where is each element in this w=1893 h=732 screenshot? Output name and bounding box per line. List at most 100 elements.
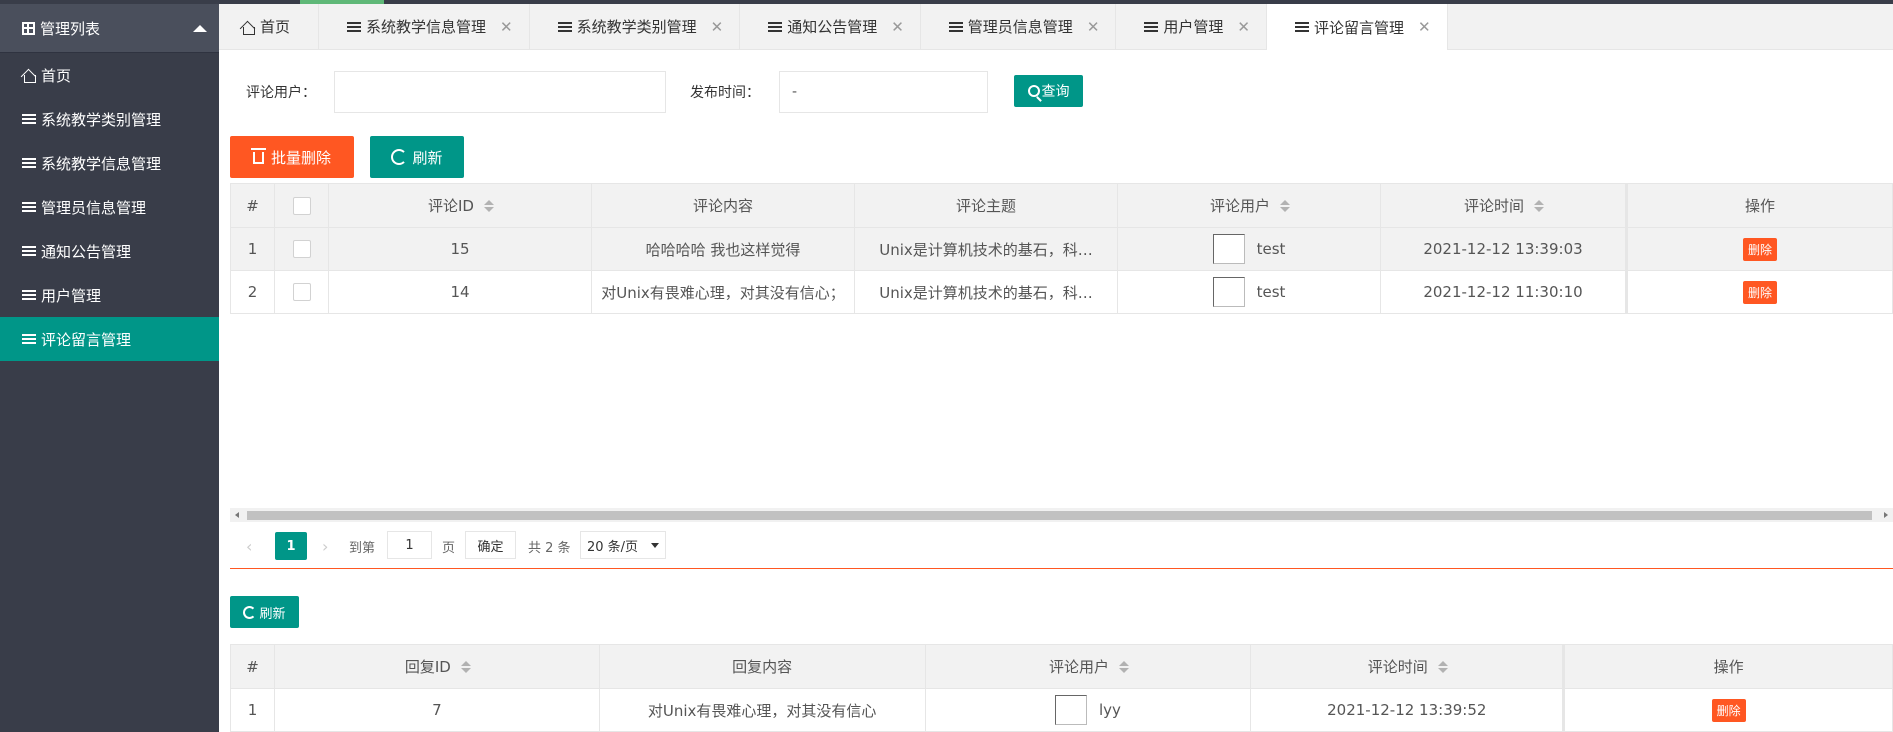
close-icon[interactable]: ✕ — [1418, 18, 1431, 36]
avatar — [1055, 695, 1087, 725]
table-header-row: # 回复ID 回复内容 评论用户 评论时间 操作 — [231, 645, 1893, 689]
col-content: 评论内容 — [592, 184, 855, 227]
list-icon — [22, 113, 36, 125]
sidebar-item-teaching[interactable]: 系统教学信息管理 — [0, 141, 219, 185]
horizontal-scrollbar[interactable] — [230, 508, 1893, 522]
caret-up-icon — [193, 25, 207, 32]
batch-delete-button[interactable]: 批量删除 — [230, 136, 354, 178]
tab-notice[interactable]: 通知公告管理 ✕ — [740, 4, 921, 49]
goto-label: 到第 — [349, 541, 376, 556]
reply-refresh-button[interactable]: 刷新 — [230, 596, 299, 628]
col-time[interactable]: 评论时间 — [1251, 645, 1564, 688]
tab-bar: 首页 系统教学信息管理 ✕ 系统教学类别管理 ✕ 通知公告管理 ✕ 管理员信息管… — [219, 4, 1893, 50]
sort-icon[interactable] — [1437, 660, 1448, 673]
row-checkbox[interactable] — [292, 283, 311, 301]
sidebar-item-category[interactable]: 系统教学类别管理 — [0, 97, 219, 141]
row-checkbox[interactable] — [292, 240, 311, 258]
close-icon[interactable]: ✕ — [1087, 18, 1100, 36]
row-user: test — [1118, 271, 1381, 313]
tab-admin[interactable]: 管理员信息管理 ✕ — [921, 4, 1117, 49]
col-user-label: 评论用户 — [1209, 197, 1270, 215]
sidebar-item-users[interactable]: 用户管理 — [0, 273, 219, 317]
sidebar-item-home[interactable]: 首页 — [0, 53, 219, 97]
col-id-label: 回复ID — [404, 658, 451, 676]
sidebar-item-label: 系统教学信息管理 — [41, 154, 162, 173]
sidebar-item-label: 通知公告管理 — [41, 242, 132, 261]
avatar — [1212, 277, 1245, 307]
table-icon — [22, 21, 35, 35]
confirm-button[interactable]: 确定 — [465, 531, 516, 559]
sidebar-item-comments[interactable]: 评论留言管理 — [0, 317, 219, 361]
col-user[interactable]: 评论用户 — [1118, 184, 1381, 227]
sort-icon[interactable] — [1534, 199, 1544, 212]
tab-category[interactable]: 系统教学类别管理 ✕ — [530, 4, 741, 49]
current-page[interactable]: 1 — [275, 532, 307, 560]
col-time-label: 评论时间 — [1463, 197, 1524, 215]
col-id[interactable]: 评论ID — [329, 184, 592, 227]
tab-label: 系统教学类别管理 — [576, 18, 697, 36]
row-time: 2021-12-12 11:30:10 — [1381, 271, 1626, 313]
delete-button[interactable]: 删除 — [1711, 698, 1746, 722]
row-user: lyy — [926, 689, 1252, 731]
sidebar-item-label: 评论留言管理 — [41, 330, 132, 349]
sidebar-header[interactable]: 管理列表 — [0, 4, 219, 53]
table-row[interactable]: 2 14 对Unix有畏难心理，对其没有信心； Unix是计算机技术的基石，科…… — [231, 271, 1893, 314]
list-icon — [22, 245, 36, 257]
list-icon — [768, 21, 783, 33]
page-input[interactable]: 1 — [387, 531, 432, 559]
total-count: 共 2 条 — [528, 541, 571, 556]
close-icon[interactable]: ✕ — [891, 18, 904, 36]
tab-comments[interactable]: 评论留言管理 ✕ — [1266, 4, 1448, 50]
row-select — [275, 228, 329, 270]
delete-button[interactable]: 删除 — [1742, 280, 1777, 304]
scroll-left-icon[interactable] — [235, 512, 239, 518]
close-icon[interactable]: ✕ — [500, 18, 513, 36]
batch-delete-label: 批量删除 — [270, 148, 331, 167]
tab-home[interactable]: 首页 — [219, 4, 320, 49]
row-action: 删除 — [1626, 228, 1893, 270]
next-page-icon[interactable]: › — [322, 537, 328, 556]
col-user[interactable]: 评论用户 — [926, 645, 1252, 688]
row-time: 2021-12-12 13:39:03 — [1381, 228, 1626, 270]
col-id[interactable]: 回复ID — [275, 645, 600, 688]
col-select — [275, 184, 329, 227]
prev-page-icon[interactable]: ‹ — [246, 537, 252, 556]
close-icon[interactable]: ✕ — [711, 18, 724, 36]
delete-button[interactable]: 删除 — [1742, 237, 1777, 261]
sort-icon[interactable] — [1118, 660, 1129, 673]
sidebar-item-label: 首页 — [41, 66, 72, 85]
query-button[interactable]: 查询 — [1014, 75, 1083, 107]
time-filter-input[interactable]: - — [779, 71, 988, 113]
row-action: 删除 — [1563, 689, 1893, 731]
sidebar-item-admin[interactable]: 管理员信息管理 — [0, 185, 219, 229]
scroll-right-icon[interactable] — [1884, 512, 1888, 518]
user-filter-input[interactable] — [334, 71, 666, 113]
chevron-down-icon — [651, 543, 659, 548]
select-all-checkbox[interactable] — [292, 196, 311, 215]
col-action: 操作 — [1626, 184, 1893, 227]
table-header-row: # 评论ID 评论内容 评论主题 评论用户 评论时间 操作 — [231, 184, 1893, 228]
col-time[interactable]: 评论时间 — [1381, 184, 1626, 227]
tab-teaching[interactable]: 系统教学信息管理 ✕ — [319, 4, 530, 49]
home-icon — [22, 68, 36, 83]
scrollbar-thumb[interactable] — [247, 511, 1872, 520]
table-row[interactable]: 1 7 对Unix有畏难心理，对其没有信心 lyy 2021-12-12 13:… — [231, 689, 1893, 732]
page-size-select[interactable]: 20 条/页 — [580, 531, 666, 559]
list-icon — [22, 157, 36, 169]
sort-icon[interactable] — [460, 660, 471, 673]
trash-icon — [250, 148, 266, 164]
close-icon[interactable]: ✕ — [1237, 18, 1250, 36]
home-icon — [241, 20, 255, 35]
row-content: 对Unix有畏难心理，对其没有信心 — [600, 689, 926, 731]
tab-users[interactable]: 用户管理 ✕ — [1116, 4, 1267, 49]
refresh-label: 刷新 — [412, 148, 443, 167]
sort-icon[interactable] — [1280, 199, 1290, 212]
sidebar-item-notice[interactable]: 通知公告管理 — [0, 229, 219, 273]
tab-label: 系统教学信息管理 — [366, 18, 487, 36]
col-time-label: 评论时间 — [1367, 658, 1428, 676]
refresh-button[interactable]: 刷新 — [370, 136, 464, 178]
list-icon — [22, 333, 36, 345]
sort-icon[interactable] — [483, 199, 494, 212]
table-row[interactable]: 1 15 哈哈哈哈 我也这样觉得 Unix是计算机技术的基石，科… test 2… — [231, 228, 1893, 271]
query-button-label: 查询 — [1041, 84, 1070, 100]
